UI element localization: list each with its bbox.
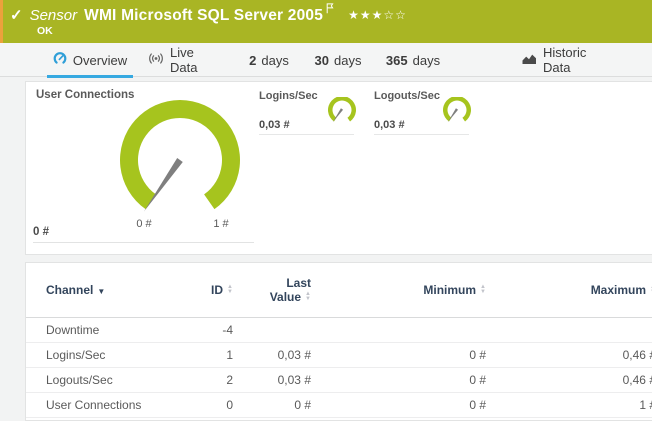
channel-id: 1 (183, 342, 233, 367)
tab-label: Historic Data (543, 45, 610, 75)
tab-number: 2 (249, 53, 256, 68)
tab-number: 365 (386, 53, 408, 68)
column-header-channel[interactable]: Channel ▼ (26, 263, 183, 317)
mini-gauge-value: 0,03 # (259, 119, 290, 131)
channel-id: 2 (183, 367, 233, 392)
tab-unit: days (261, 53, 288, 68)
channel-minimum: 0 # (311, 342, 486, 367)
star-icon[interactable]: ★ (348, 8, 360, 22)
column-header-maximum[interactable]: Maximum▲▼ (486, 263, 652, 317)
gauge-scale-max: 1 # (213, 218, 228, 230)
live-broadcast-icon (148, 52, 164, 68)
primary-gauge-value: 0 # (33, 226, 49, 238)
column-header-last-value[interactable]: Last Value ▲▼ (233, 263, 311, 317)
column-label: ID (211, 283, 223, 297)
channel-name[interactable]: Logins/Sec (26, 342, 183, 367)
channel-last-value (233, 317, 311, 342)
column-label: Value (270, 290, 301, 304)
flag-icon[interactable] (326, 1, 334, 19)
channel-maximum (486, 317, 652, 342)
channel-id: 0 (183, 392, 233, 417)
logouts-gauge (439, 97, 473, 127)
table-row-user-connections[interactable]: User Connections 0 0 # 0 # 1 # (26, 392, 652, 417)
gauge-scale-min: 0 # (136, 218, 151, 230)
channel-maximum: 0,46 # (486, 367, 652, 392)
sort-icon: ▲▼ (480, 285, 486, 295)
tab-overview[interactable]: Overview (47, 43, 133, 77)
channels-table: Channel ▼ ID ▲▼ Last Value ▲▼ Minimum ▲▼ Max… (26, 263, 652, 418)
mini-gauge-value: 0,03 # (374, 119, 405, 131)
sort-icon: ▲▼ (305, 292, 311, 302)
channel-id: -4 (183, 317, 233, 342)
priority-accent-strip (0, 0, 3, 43)
channel-name[interactable]: Logouts/Sec (26, 367, 183, 392)
table-row-downtime[interactable]: Downtime -4 (26, 317, 652, 342)
star-icon[interactable]: ★ (360, 8, 372, 22)
logins-gauge (324, 97, 358, 127)
channel-last-value: 0,03 # (233, 367, 311, 392)
priority-stars[interactable]: ★★★☆☆ (348, 8, 407, 22)
tab-historic-data[interactable]: Historic Data (522, 43, 610, 77)
area-chart-icon (522, 53, 537, 68)
channels-panel: Channel ▼ ID ▲▼ Last Value ▲▼ Minimum ▲▼ Max… (25, 262, 652, 421)
channel-minimum (311, 317, 486, 342)
channel-last-value: 0,03 # (233, 342, 311, 367)
tab-number: 30 (315, 53, 329, 68)
channel-maximum: 0,46 # (486, 342, 652, 367)
column-label: Maximum (591, 283, 646, 297)
sort-desc-icon: ▼ (97, 287, 105, 296)
channel-name[interactable]: User Connections (26, 392, 183, 417)
tab-unit: days (413, 53, 440, 68)
tab-30-days[interactable]: 30 days (306, 43, 370, 77)
tab-live-data[interactable]: Live Data (148, 43, 222, 77)
status-ok-icon: ✓ (10, 6, 23, 24)
object-kind-label: Sensor (30, 7, 78, 24)
mini-gauge-title: Logins/Sec (259, 90, 318, 102)
column-label: Minimum (423, 283, 476, 297)
star-icon[interactable]: ☆ (395, 8, 407, 22)
column-header-id[interactable]: ID ▲▼ (183, 263, 233, 317)
table-row-logouts-sec[interactable]: Logouts/Sec 2 0,03 # 0 # 0,46 # (26, 367, 652, 392)
gauge-icon (53, 52, 67, 68)
star-icon[interactable]: ☆ (383, 8, 395, 22)
sensor-status-badge: OK (37, 25, 53, 37)
tab-365-days[interactable]: 365 days (376, 43, 450, 77)
channel-last-value: 0 # (233, 392, 311, 417)
channel-minimum: 0 # (311, 367, 486, 392)
table-row-logins-sec[interactable]: Logins/Sec 1 0,03 # 0 # 0,46 # (26, 342, 652, 367)
sensor-title: WMI Microsoft SQL Server 2005 (84, 7, 323, 25)
divider (33, 242, 254, 243)
gauges-panel: User Connections 0 # 1 # 0 # Logins/Sec … (25, 81, 652, 255)
channel-maximum: 1 # (486, 392, 652, 417)
table-header-row: Channel ▼ ID ▲▼ Last Value ▲▼ Minimum ▲▼ Max… (26, 263, 652, 317)
column-header-minimum[interactable]: Minimum ▲▼ (311, 263, 486, 317)
tab-label: Live Data (170, 45, 222, 75)
column-label: Channel (46, 283, 93, 297)
tab-2-days[interactable]: 2 days (240, 43, 298, 77)
tab-label: Overview (73, 53, 127, 68)
channel-minimum: 0 # (311, 392, 486, 417)
channel-name[interactable]: Downtime (26, 317, 183, 342)
column-label: Last (286, 276, 311, 290)
star-icon[interactable]: ★ (372, 8, 384, 22)
sort-icon: ▲▼ (227, 285, 233, 295)
sensor-header: ✓ Sensor WMI Microsoft SQL Server 2005 ★… (0, 0, 652, 43)
tab-bar: Overview Live Data 2 days 30 days 365 da… (0, 43, 652, 77)
tab-unit: days (334, 53, 361, 68)
mini-gauge-title: Logouts/Sec (374, 90, 440, 102)
logouts-gauge-panel: Logouts/Sec 0,03 # (374, 88, 469, 135)
user-connections-gauge (100, 93, 260, 233)
logins-gauge-panel: Logins/Sec 0,03 # (259, 88, 354, 135)
